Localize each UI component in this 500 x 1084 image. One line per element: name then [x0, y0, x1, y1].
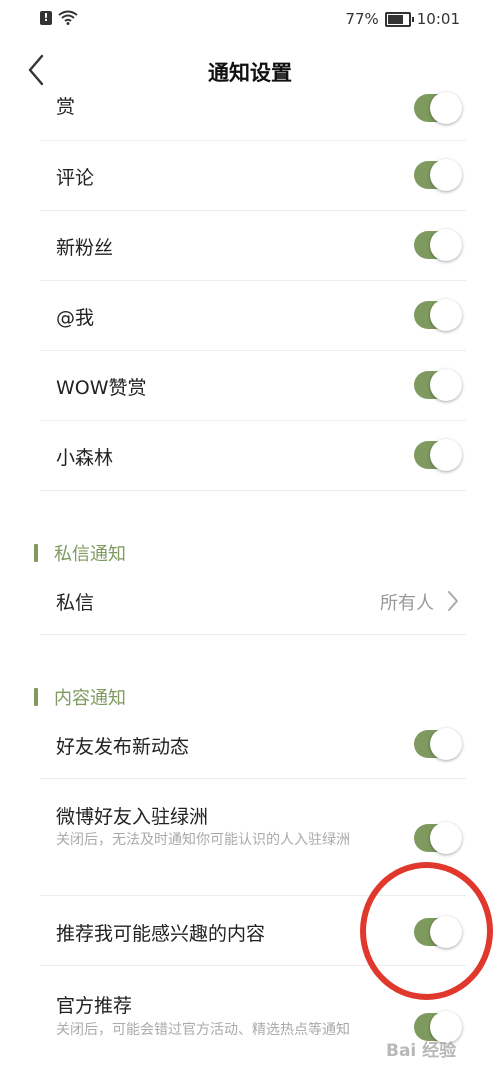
- toggle-switch[interactable]: [414, 92, 462, 124]
- row-description: 关闭后，可能会错过官方活动、精选热点等通知: [56, 1022, 350, 1038]
- row-label: 小森林: [56, 447, 114, 469]
- row-description: 关闭后，无法及时通知你可能认识的人入驻绿洲: [56, 832, 350, 848]
- list-item-comment: 评论: [40, 140, 466, 211]
- section-title: 内容通知: [54, 688, 126, 709]
- row-label: 官方推荐: [56, 995, 133, 1017]
- list-item-reward: 赏: [40, 90, 466, 141]
- row-label: 评论: [56, 167, 95, 189]
- private-message-value: 所有人: [380, 593, 434, 614]
- section-header-content: 内容通知: [34, 684, 126, 710]
- row-label: WOW赞赏: [56, 377, 147, 399]
- section-header-private: 私信通知: [34, 540, 126, 566]
- list-item-official: 官方推荐 关闭后，可能会错过官方活动、精选热点等通知: [40, 965, 466, 1084]
- list-item-recommend-interest: 推荐我可能感兴趣的内容: [40, 895, 466, 966]
- toggle-switch[interactable]: [414, 439, 462, 471]
- status-bar: ! 77% 10:01: [0, 0, 500, 40]
- toggle-switch[interactable]: [414, 728, 462, 760]
- row-label: 好友发布新动态: [56, 736, 190, 758]
- list-item-mention: @我: [40, 280, 466, 351]
- list-item-new-fans: 新粉丝: [40, 210, 466, 281]
- wifi-icon: [58, 10, 78, 25]
- toggle-switch[interactable]: [414, 299, 462, 331]
- list-item-friend-posts: 好友发布新动态: [40, 708, 466, 779]
- alert-icon: !: [40, 10, 52, 25]
- row-label: 新粉丝: [56, 237, 114, 259]
- list-item-private-message[interactable]: 私信 所有人: [40, 566, 466, 635]
- toggle-switch[interactable]: [414, 159, 462, 191]
- list-item-weibo-friends: 微博好友入驻绿洲 关闭后，无法及时通知你可能认识的人入驻绿洲: [40, 778, 466, 896]
- clock: 10:01: [416, 10, 460, 28]
- toggle-switch[interactable]: [414, 369, 462, 401]
- toggle-switch[interactable]: [414, 916, 462, 948]
- page-title: 通知设置: [208, 61, 292, 85]
- list-item-forest: 小森林: [40, 420, 466, 491]
- row-label: 私信: [56, 592, 95, 614]
- watermark: Bai 经验: [386, 1041, 457, 1061]
- chevron-right-icon: [448, 591, 458, 611]
- row-label: @我: [56, 307, 95, 329]
- row-label: 推荐我可能感兴趣的内容: [56, 923, 266, 945]
- toggle-switch[interactable]: [414, 822, 462, 854]
- section-title: 私信通知: [54, 544, 126, 565]
- battery-percent: 77%: [345, 10, 379, 28]
- toggle-switch[interactable]: [414, 229, 462, 261]
- list-item-wow: WOW赞赏: [40, 350, 466, 421]
- battery-icon: [384, 11, 414, 27]
- row-label: 赏: [56, 96, 76, 118]
- row-label: 微博好友入驻绿洲: [56, 806, 209, 828]
